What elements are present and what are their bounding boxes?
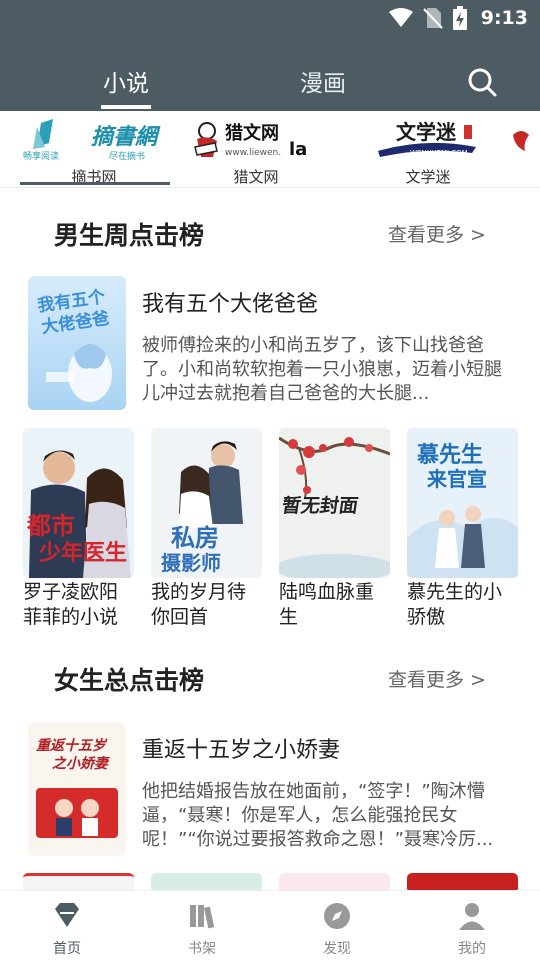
source-tab-liewen[interactable]: 猎文网 www.liewen. la 猎文网 bbox=[176, 117, 336, 187]
svg-text:畅享阅读: 畅享阅读 bbox=[23, 150, 59, 161]
header: 9:13 小说 漫画 bbox=[0, 0, 540, 111]
svg-text:暂无封面: 暂无封面 bbox=[280, 494, 359, 517]
book-cover: 私房 摄影师 bbox=[151, 428, 262, 578]
book-title: 重返十五岁之小娇妻 bbox=[142, 738, 341, 763]
book-cover: 都市 少年医生 bbox=[23, 428, 134, 578]
top-tabs: 小说 漫画 bbox=[0, 58, 540, 111]
female-section-title: 女生总点击榜 bbox=[54, 666, 205, 695]
nav-label: 我的 bbox=[458, 941, 486, 957]
liewen-logo: 猎文网 www.liewen. la bbox=[176, 117, 336, 161]
user-icon bbox=[459, 903, 485, 930]
wifi-icon bbox=[388, 8, 413, 27]
book-title: 我的岁月待你回首 bbox=[151, 581, 247, 628]
source-name: 猎文网 bbox=[233, 168, 279, 186]
home-icon bbox=[55, 903, 79, 927]
source-tab-partial[interactable] bbox=[506, 117, 540, 187]
status-icons: 9:13 bbox=[388, 6, 528, 30]
battery-icon bbox=[452, 6, 467, 30]
nav-item-profile[interactable]: 我的 bbox=[432, 901, 512, 958]
nav-label: 首页 bbox=[53, 941, 81, 957]
tab-comic[interactable]: 漫画 bbox=[300, 64, 346, 98]
svg-text:猎文网: 猎文网 bbox=[225, 122, 279, 144]
book-cover: 慕先生 来官宣 bbox=[407, 428, 518, 578]
male-section-title: 男生周点击榜 bbox=[54, 221, 205, 250]
search-icon[interactable] bbox=[466, 66, 498, 98]
svg-text:来官宣: 来官宣 bbox=[426, 467, 487, 491]
tab-active-indicator bbox=[101, 105, 151, 109]
partial-logo bbox=[506, 117, 540, 161]
svg-text:慕先生: 慕先生 bbox=[416, 442, 483, 468]
book-title: 陆鸣血脉重生 bbox=[279, 581, 375, 628]
nav-item-bookshelf[interactable]: 书架 bbox=[162, 901, 242, 958]
male-featured-book[interactable]: 我有五个 大佬爸爸 我有五个大佬爸爸 被师傅捡来的小和尚五岁了，该下山找爸爸了。… bbox=[28, 276, 518, 416]
source-tabs: 摘書網 畅享阅读 尽在摘书 摘书网 猎文网 www.liewen. la 猎文网 bbox=[0, 111, 540, 187]
svg-text:私房: 私房 bbox=[171, 523, 219, 552]
source-active-indicator bbox=[20, 182, 170, 185]
status-bar: 9:13 bbox=[0, 0, 540, 36]
svg-text:摘書網: 摘書網 bbox=[91, 124, 161, 150]
clock: 9:13 bbox=[480, 7, 528, 29]
book-title: 罗子凌欧阳菲菲的小说 bbox=[23, 581, 119, 628]
source-tab-zhaishu[interactable]: 摘書網 畅享阅读 尽在摘书 摘书网 bbox=[14, 117, 174, 187]
zhaishu-logo: 摘書網 畅享阅读 尽在摘书 bbox=[14, 117, 174, 161]
book-description: 他把结婚报告放在她面前，“签字！”陶沐懵逼，“聂寒！你是军人，怎么能强抢民女呢！… bbox=[142, 781, 494, 850]
book-item[interactable]: 暂无封面 陆鸣血脉重生 bbox=[279, 428, 390, 630]
female-featured-book[interactable]: 重返十五岁 之小娇妻 重返十五岁之小娇妻 他把结婚报告放在她面前，“签字！”陶沐… bbox=[28, 722, 518, 862]
compass-icon bbox=[324, 903, 350, 929]
book-description: 被师傅捡来的小和尚五岁了，该下山找爸爸了。小和尚软软抱着一只小狼崽，迈着小短腿儿… bbox=[142, 335, 502, 404]
nav-item-home[interactable]: 首页 bbox=[27, 901, 107, 958]
svg-text:重返十五岁: 重返十五岁 bbox=[36, 737, 108, 754]
svg-text:尽在摘书: 尽在摘书 bbox=[109, 150, 145, 161]
book-cover: 重返十五岁 之小娇妻 bbox=[28, 722, 126, 856]
no-sim-icon bbox=[423, 8, 443, 29]
svg-text:都市: 都市 bbox=[26, 511, 75, 540]
male-book-grid: 都市 少年医生 罗子凌欧阳菲菲的小说 私房 摄影师 我的岁月待你回首 暂无封面 … bbox=[23, 428, 523, 630]
svg-text:少年医生: 少年医生 bbox=[38, 540, 127, 566]
svg-text:文学迷: 文学迷 bbox=[396, 120, 457, 144]
nav-item-discover[interactable]: 发现 bbox=[297, 901, 377, 958]
book-item[interactable]: 慕先生 来官宣 慕先生的小骄傲 bbox=[407, 428, 518, 630]
app-screen: 9:13 小说 漫画 摘書網 畅享阅读 尽在摘书 摘书网 猎文网 www.lie… bbox=[0, 0, 540, 960]
nav-label: 发现 bbox=[323, 941, 351, 957]
divider bbox=[0, 187, 540, 188]
svg-text:之小娇妻: 之小娇妻 bbox=[52, 755, 110, 772]
bottom-nav: 首页 书架 发现 我的 bbox=[0, 890, 540, 960]
svg-text:WENXUEMI.COM: WENXUEMI.COM bbox=[410, 149, 468, 157]
nav-label: 书架 bbox=[188, 941, 216, 957]
book-title: 慕先生的小骄傲 bbox=[407, 581, 503, 628]
male-more-link[interactable]: 查看更多 > bbox=[388, 220, 486, 247]
svg-text:www.liewen.: www.liewen. bbox=[225, 148, 281, 158]
book-cover: 暂无封面 bbox=[279, 428, 390, 578]
svg-text:la: la bbox=[289, 139, 307, 160]
bookshelf-icon bbox=[190, 905, 215, 929]
tab-novel[interactable]: 小说 bbox=[103, 64, 149, 98]
book-cover: 我有五个 大佬爸爸 bbox=[28, 276, 126, 410]
book-item[interactable]: 私房 摄影师 我的岁月待你回首 bbox=[151, 428, 262, 630]
wenxuemi-logo: 文学迷 WENXUEMI.COM bbox=[348, 117, 508, 161]
source-name: 文学迷 bbox=[405, 168, 451, 186]
source-tab-wenxuemi[interactable]: 文学迷 WENXUEMI.COM 文学迷 bbox=[348, 117, 508, 187]
female-more-link[interactable]: 查看更多 > bbox=[388, 665, 486, 692]
book-title: 我有五个大佬爸爸 bbox=[142, 292, 319, 317]
book-item[interactable]: 都市 少年医生 罗子凌欧阳菲菲的小说 bbox=[23, 428, 134, 630]
svg-text:摄影师: 摄影师 bbox=[161, 551, 221, 575]
